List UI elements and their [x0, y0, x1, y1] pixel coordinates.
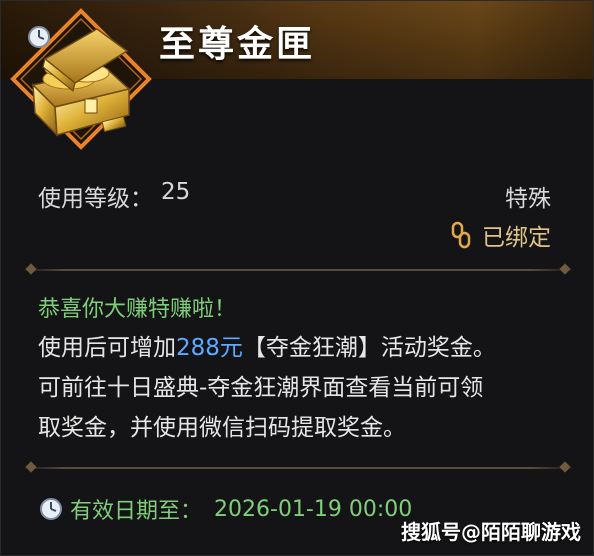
level-value: 25 — [161, 179, 191, 205]
rarity-label: 特殊 — [505, 186, 551, 212]
divider — [21, 269, 575, 271]
divider — [21, 467, 575, 469]
clock-icon — [40, 498, 62, 520]
description-line-3: 取奖金，并使用微信扫码提取奖金。 — [38, 415, 406, 441]
item-tooltip: 至尊金匣 使用等级： 25 特殊 已绑定 恭喜你大赚特赚啦！ 使用后可增加288… — [0, 0, 594, 556]
validity-date: 2026-01-19 00:00 — [214, 496, 413, 522]
description-text: 使用后可增加288元【夺金狂潮】活动奖金。 可前往十日盛典-夺金狂潮界面查看当前… — [38, 328, 558, 448]
item-title: 至尊金匣 — [159, 24, 316, 65]
level-label: 使用等级： — [38, 186, 153, 212]
validity-label: 有效日期至： — [70, 499, 203, 524]
watermark: 搜狐号@陌陌聊游戏 — [401, 520, 581, 544]
description-line-2: 可前往十日盛典-夺金狂潮界面查看当前可领 — [38, 375, 484, 401]
bonus-amount: 288元 — [176, 335, 243, 361]
chain-link-icon — [451, 221, 471, 249]
bound-status: 已绑定 — [450, 218, 551, 252]
bound-label: 已绑定 — [482, 225, 551, 251]
item-icon-frame[interactable] — [9, 7, 153, 151]
validity-row: 有效日期至： 2026-01-19 00:00 — [38, 493, 412, 525]
description-line-1: 使用后可增加288元【夺金狂潮】活动奖金。 — [38, 335, 496, 361]
congrats-text: 恭喜你大赚特赚啦！ — [38, 297, 237, 322]
clock-icon — [28, 26, 50, 48]
